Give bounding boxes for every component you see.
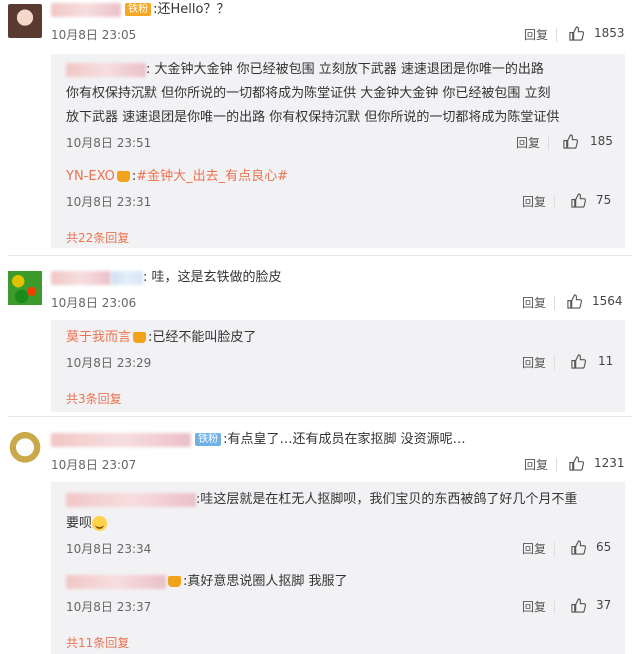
reply-1-line-2: 要呗 bbox=[66, 514, 108, 534]
divider bbox=[554, 542, 555, 556]
like-thumb-icon[interactable] bbox=[569, 26, 584, 41]
comment-3-text: 铁粉:有点皇了…还有成员在家抠脚 没资源呢… bbox=[51, 430, 632, 450]
like-thumb-icon[interactable] bbox=[569, 456, 584, 471]
reply-button[interactable]: 回复 bbox=[522, 193, 546, 210]
reply-2-text: :真好意思说圈人抠脚 我服了 bbox=[66, 572, 348, 592]
divider bbox=[554, 296, 555, 310]
reply-username[interactable]: 莫于我而言 bbox=[66, 330, 131, 345]
reply-1-line-1: :哇这层就是在杠无人抠脚呗，我们宝贝的东西被鸽了好几个月不重 bbox=[66, 490, 577, 510]
reply-1-line-1: : 大金钟大金钟 你已经被包围 立刻放下武器 速速退团是你唯一的出路 bbox=[66, 60, 544, 80]
like-count: 1853 bbox=[594, 26, 625, 40]
divider bbox=[554, 195, 555, 209]
blurred-username[interactable] bbox=[51, 2, 121, 17]
reply-1-line-2: 你有权保持沉默 但你所说的一切都将成为陈堂证供 大金钟大金钟 你已经被包围 立刻 bbox=[66, 86, 551, 101]
timestamp: 10月8日 23:37 bbox=[66, 600, 152, 614]
crown-icon bbox=[168, 576, 181, 587]
like-thumb-icon[interactable] bbox=[571, 354, 586, 369]
more-replies-link[interactable]: 共22条回复 bbox=[66, 229, 129, 246]
reply-username[interactable]: YN-EXO bbox=[66, 169, 115, 184]
crown-icon bbox=[133, 332, 147, 343]
reply-1-line-3: 放下武器 速速退团是你唯一的出路 你有权保持沉默 但你所说的一切都将成为陈堂证供 bbox=[66, 110, 560, 125]
like-count: 37 bbox=[596, 598, 612, 612]
grin-emoji-icon bbox=[92, 516, 108, 531]
reply-button[interactable]: 回复 bbox=[522, 294, 546, 311]
timestamp: 10月8日 23:31 bbox=[66, 195, 152, 209]
like-thumb-icon[interactable] bbox=[567, 294, 582, 309]
reply-2-text: YN-EXO:#金钟大_出去_有点良心# bbox=[66, 169, 289, 184]
like-count: 65 bbox=[596, 540, 612, 554]
blurred-username[interactable] bbox=[51, 270, 111, 285]
timestamp: 10月8日 23:34 bbox=[66, 542, 152, 556]
avatar[interactable] bbox=[8, 271, 42, 305]
avatar[interactable] bbox=[8, 4, 42, 38]
divider bbox=[556, 458, 557, 472]
fan-badge: 铁粉 bbox=[125, 3, 152, 16]
like-count: 185 bbox=[590, 134, 613, 148]
hashtag-link[interactable]: #金钟大_出去_有点良心# bbox=[136, 169, 288, 184]
timestamp: 10月8日 23:51 bbox=[66, 136, 152, 150]
like-thumb-icon[interactable] bbox=[571, 540, 586, 555]
comment-1-text: 铁粉:还Hello？？ bbox=[51, 0, 632, 20]
reply-button[interactable]: 回复 bbox=[524, 456, 548, 473]
like-count: 1564 bbox=[592, 294, 623, 308]
more-replies-link[interactable]: 共11条回复 bbox=[66, 634, 129, 651]
timestamp: 10月8日 23:05 bbox=[51, 28, 137, 42]
reply-button[interactable]: 回复 bbox=[522, 598, 546, 615]
blurred-username[interactable] bbox=[66, 62, 146, 77]
like-thumb-icon[interactable] bbox=[571, 193, 586, 208]
blurred-username[interactable] bbox=[66, 574, 166, 589]
like-count: 11 bbox=[598, 354, 614, 368]
timestamp: 10月8日 23:07 bbox=[51, 458, 137, 472]
divider bbox=[8, 255, 632, 256]
like-count: 75 bbox=[596, 193, 612, 207]
reply-button[interactable]: 回复 bbox=[522, 354, 546, 371]
like-thumb-icon[interactable] bbox=[571, 598, 586, 613]
tie-fan-badge: 铁粉 bbox=[195, 433, 222, 446]
divider bbox=[556, 28, 557, 42]
reply-button[interactable]: 回复 bbox=[516, 134, 540, 151]
divider bbox=[554, 356, 555, 370]
reply-button[interactable]: 回复 bbox=[524, 26, 548, 43]
avatar[interactable] bbox=[8, 432, 42, 466]
more-replies-link[interactable]: 共3条回复 bbox=[66, 390, 122, 407]
like-count: 1231 bbox=[594, 456, 625, 470]
reply-text: 莫于我而言:已经不能叫脸皮了 bbox=[66, 330, 257, 345]
divider bbox=[8, 416, 632, 417]
divider bbox=[554, 600, 555, 614]
blurred-username[interactable] bbox=[51, 432, 191, 447]
reply-button[interactable]: 回复 bbox=[522, 540, 546, 557]
like-thumb-icon[interactable] bbox=[563, 134, 578, 149]
blurred-username[interactable] bbox=[66, 492, 196, 507]
comment-2-text: : 哇，这是玄铁做的脸皮 bbox=[51, 268, 632, 288]
timestamp: 10月8日 23:06 bbox=[51, 296, 137, 310]
crown-icon bbox=[116, 171, 130, 182]
timestamp: 10月8日 23:29 bbox=[66, 356, 152, 370]
divider bbox=[548, 136, 549, 150]
